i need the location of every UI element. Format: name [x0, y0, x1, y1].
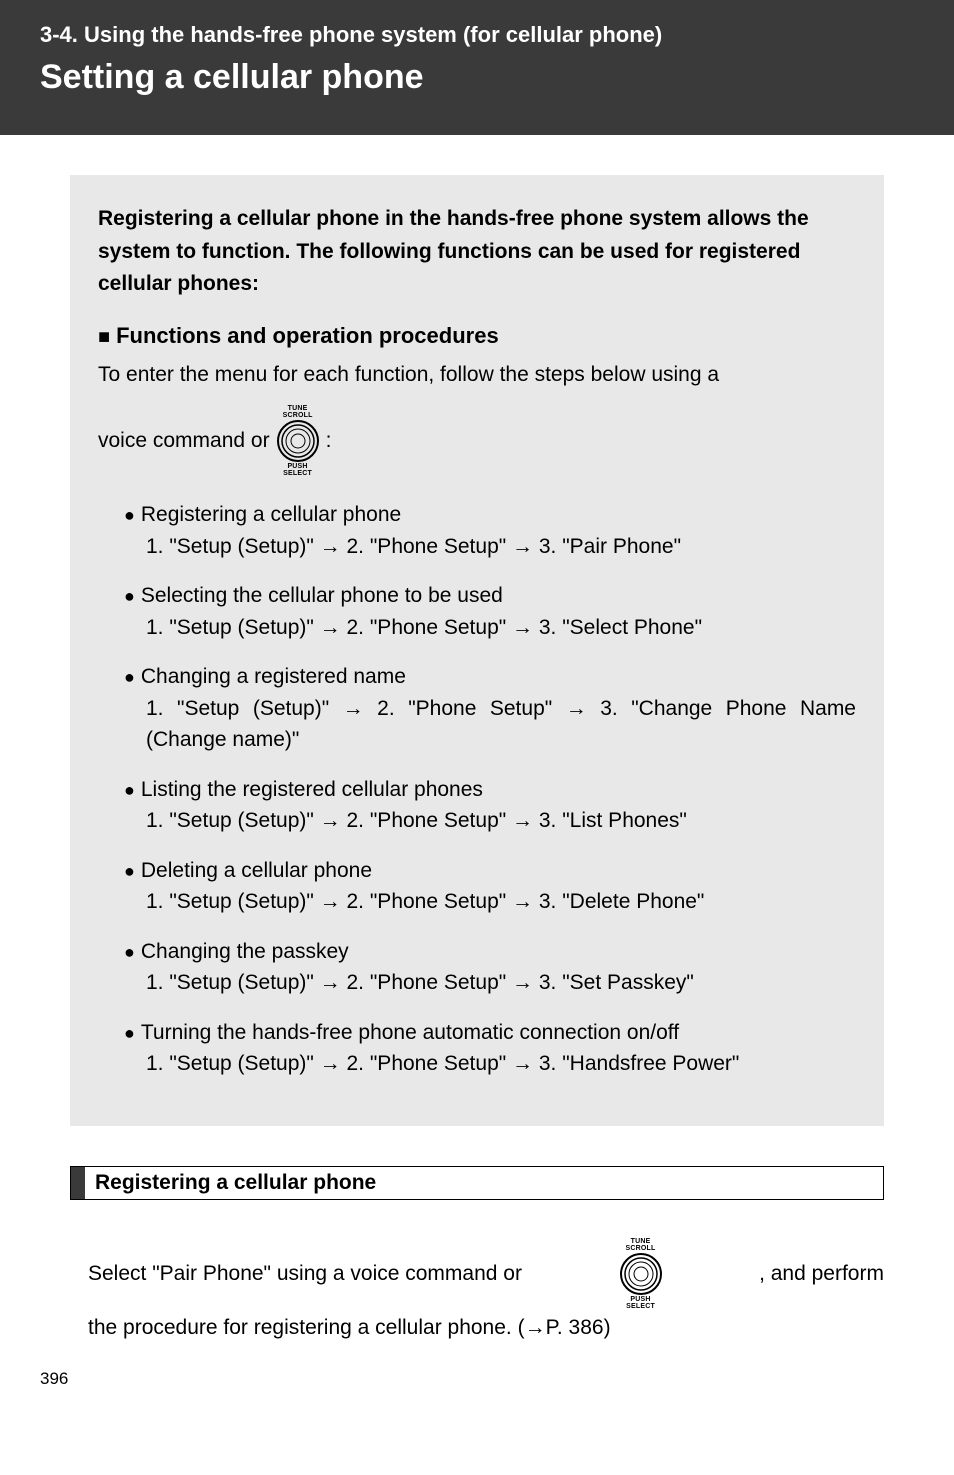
intro-text: Registering a cellular phone in the hand…	[98, 203, 856, 301]
section-bar: Registering a cellular phone	[70, 1166, 884, 1200]
round-bullet-icon: ●	[124, 667, 135, 687]
functions-heading: ■ Functions and operation procedures	[98, 323, 856, 349]
square-bullet-icon: ■	[98, 326, 110, 348]
bottom-line2: the procedure for registering a cellular…	[88, 1310, 884, 1346]
list-item-title: ●Listing the registered cellular phones	[124, 774, 856, 806]
header-breadcrumb: 3-4. Using the hands-free phone system (…	[40, 22, 914, 48]
section-bar-label: Registering a cellular phone	[85, 1167, 883, 1199]
list-item: ●Deleting a cellular phone1. "Setup (Set…	[124, 855, 856, 918]
voice-command-line: voice command or TUNE SCROLL PUSH SELECT…	[98, 405, 856, 477]
knob-bottom-label: PUSH SELECT	[626, 1296, 655, 1310]
round-bullet-icon: ●	[124, 505, 135, 525]
list-item: ●Registering a cellular phone1. "Setup (…	[124, 499, 856, 562]
page-header: 3-4. Using the hands-free phone system (…	[0, 0, 954, 135]
list-item-title: ●Registering a cellular phone	[124, 499, 856, 531]
function-list: ●Registering a cellular phone1. "Setup (…	[98, 499, 856, 1080]
functions-heading-text: Functions and operation procedures	[116, 323, 499, 348]
bottom-line1b: , and perform	[753, 1256, 884, 1292]
list-item-title: ●Deleting a cellular phone	[124, 855, 856, 887]
list-item-path: 1. "Setup (Setup)" → 2. "Phone Setup" → …	[124, 693, 856, 756]
content-box: Registering a cellular phone in the hand…	[70, 175, 884, 1126]
tune-scroll-knob-icon: TUNE SCROLL PUSH SELECT	[619, 1238, 663, 1310]
header-title: Setting a cellular phone	[40, 58, 914, 97]
voice-command-suffix: :	[326, 429, 332, 453]
list-item-path: 1. "Setup (Setup)" → 2. "Phone Setup" → …	[124, 886, 856, 918]
list-item-title: ●Changing a registered name	[124, 661, 856, 693]
tune-scroll-knob-icon: TUNE SCROLL PUSH SELECT	[276, 405, 320, 477]
list-item-path: 1. "Setup (Setup)" → 2. "Phone Setup" → …	[124, 612, 856, 644]
knob-bottom-label: PUSH SELECT	[283, 463, 312, 477]
voice-command-prefix: voice command or	[98, 429, 270, 453]
bottom-line1a: Select "Pair Phone" using a voice comman…	[88, 1256, 528, 1292]
list-item-title: ●Selecting the cellular phone to be used	[124, 580, 856, 612]
list-item-title: ●Changing the passkey	[124, 936, 856, 968]
section-bar-tab	[71, 1167, 85, 1199]
round-bullet-icon: ●	[124, 586, 135, 606]
list-item: ●Changing the passkey1. "Setup (Setup)" …	[124, 936, 856, 999]
list-item-path: 1. "Setup (Setup)" → 2. "Phone Setup" → …	[124, 1048, 856, 1080]
list-item-path: 1. "Setup (Setup)" → 2. "Phone Setup" → …	[124, 805, 856, 837]
list-item: ●Selecting the cellular phone to be used…	[124, 580, 856, 643]
knob-top-label: TUNE SCROLL	[283, 405, 313, 419]
enter-menu-text: To enter the menu for each function, fol…	[98, 359, 856, 392]
main-content: Registering a cellular phone in the hand…	[0, 135, 954, 1365]
list-item: ●Listing the registered cellular phones1…	[124, 774, 856, 837]
knob-icon	[276, 419, 320, 463]
knob-icon	[619, 1252, 663, 1296]
round-bullet-icon: ●	[124, 780, 135, 800]
list-item-path: 1. "Setup (Setup)" → 2. "Phone Setup" → …	[124, 967, 856, 999]
bottom-paragraph: Select "Pair Phone" using a voice comman…	[70, 1238, 884, 1346]
list-item-path: 1. "Setup (Setup)" → 2. "Phone Setup" → …	[124, 531, 856, 563]
list-item: ●Turning the hands-free phone automatic …	[124, 1017, 856, 1080]
round-bullet-icon: ●	[124, 942, 135, 962]
round-bullet-icon: ●	[124, 861, 135, 881]
round-bullet-icon: ●	[124, 1023, 135, 1043]
knob-top-label: TUNE SCROLL	[626, 1238, 656, 1252]
page-number: 396	[0, 1365, 954, 1389]
list-item-title: ●Turning the hands-free phone automatic …	[124, 1017, 856, 1049]
list-item: ●Changing a registered name1. "Setup (Se…	[124, 661, 856, 756]
